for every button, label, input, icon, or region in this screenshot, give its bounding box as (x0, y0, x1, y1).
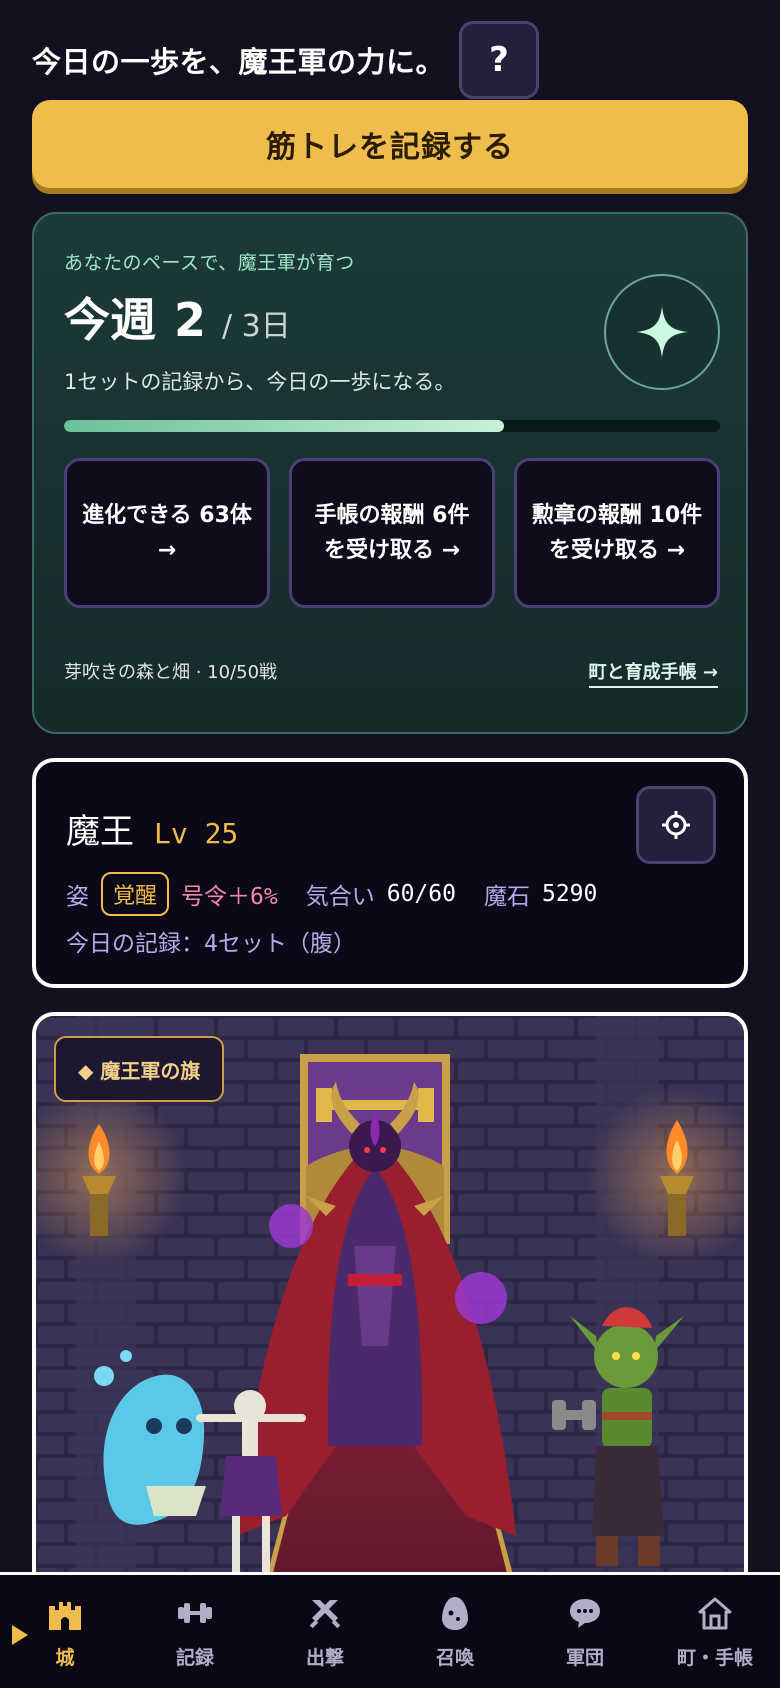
command-bonus: 号令＋6% (181, 884, 278, 910)
spirit-label: 気合い (305, 884, 375, 910)
week-label: 今週 (64, 293, 156, 347)
sparkle-icon (604, 274, 720, 390)
nav-label: 出撃 (305, 1647, 344, 1669)
character-stats-row: 姿 覚醒 号令＋6% 気合い 60/60 魔石 5290 (66, 872, 597, 916)
bottom-navigation: 城 記録 出撃 召喚 軍団 町・手帳 (0, 1572, 780, 1688)
progress-subtitle: あなたのペースで、魔王軍が育つ (64, 252, 355, 274)
nav-item-summon[interactable]: 召喚 (390, 1575, 520, 1688)
week-count: 2 (174, 293, 207, 347)
demon-lord-status-card: 魔王 Lv 25 姿 覚醒 号令＋6% 気合い 60/60 魔石 5290 今日… (32, 758, 748, 988)
stage-progress: 芽吹きの森と畑 · 10/50戦 (64, 662, 278, 683)
nav-item-sortie[interactable]: 出撃 (260, 1575, 390, 1688)
nav-label: 召喚 (435, 1647, 474, 1669)
castle-scene: ◆ 魔王軍の旗 (32, 1012, 748, 1612)
spirit-value: 60/60 (386, 881, 456, 907)
week-goal: / 3日 (222, 309, 291, 344)
page-title: 今日の一歩を、魔王軍の力に。 (32, 45, 446, 79)
home-icon (695, 1593, 735, 1633)
weekly-progress-card: あなたのペースで、魔王軍が育つ 今週 2 / 3日 1セットの記録から、今日の一… (32, 212, 748, 734)
evolve-tile[interactable]: 進化できる 63体 → (64, 458, 270, 608)
nav-item-town-notebook[interactable]: 町・手帳 (650, 1575, 780, 1688)
form-badge: 覚醒 (101, 872, 170, 916)
form-label: 姿 (66, 884, 89, 910)
nav-item-record[interactable]: 記録 (130, 1575, 260, 1688)
character-level: Lv 25 (154, 817, 239, 850)
help-button[interactable]: ? (459, 21, 540, 99)
nav-label: 町・手帳 (676, 1647, 753, 1669)
gear-icon (662, 811, 690, 839)
character-name-row: 魔王 Lv 25 (66, 804, 238, 853)
medal-rewards-tile[interactable]: 勲章の報酬 10件を受け取る → (514, 458, 720, 608)
army-banner-tag[interactable]: ◆ 魔王軍の旗 (54, 1036, 225, 1102)
today-record: 今日の記録：4セット（腹） (66, 931, 356, 957)
nav-label: 軍団 (565, 1647, 604, 1669)
castle-scene-illustration (36, 1016, 744, 1612)
header: 今日の一歩を、魔王軍の力に。 ? (32, 20, 748, 100)
castle-icon (45, 1593, 85, 1633)
weekly-count: 今週 2 / 3日 (64, 284, 291, 350)
progress-description: 1セットの記録から、今日の一歩になる。 (64, 370, 456, 394)
nav-item-castle[interactable]: 城 (0, 1575, 130, 1688)
weekly-progress-fill (64, 420, 504, 432)
reward-tiles: 進化できる 63体 → 手帳の報酬 6件を受け取る → 勲章の報酬 10件を受け… (64, 458, 720, 608)
character-name: 魔王 (66, 812, 134, 852)
record-workout-button[interactable]: 筋トレを記録する (32, 100, 748, 188)
nav-label: 城 (55, 1647, 75, 1669)
nav-item-legion[interactable]: 軍団 (520, 1575, 650, 1688)
magic-stone-label: 魔石 (483, 884, 530, 910)
settings-button[interactable] (636, 786, 716, 864)
chat-bubble-icon (565, 1593, 605, 1633)
egg-icon (435, 1593, 475, 1633)
crossed-swords-icon (305, 1593, 345, 1633)
magic-stone-value: 5290 (541, 881, 598, 907)
dumbbell-icon (175, 1593, 215, 1633)
town-notebook-link[interactable]: 町と育成手帳 → (588, 658, 718, 688)
weekly-progress-bar (64, 420, 720, 432)
nav-label: 記録 (175, 1647, 214, 1669)
notebook-rewards-tile[interactable]: 手帳の報酬 6件を受け取る → (289, 458, 495, 608)
